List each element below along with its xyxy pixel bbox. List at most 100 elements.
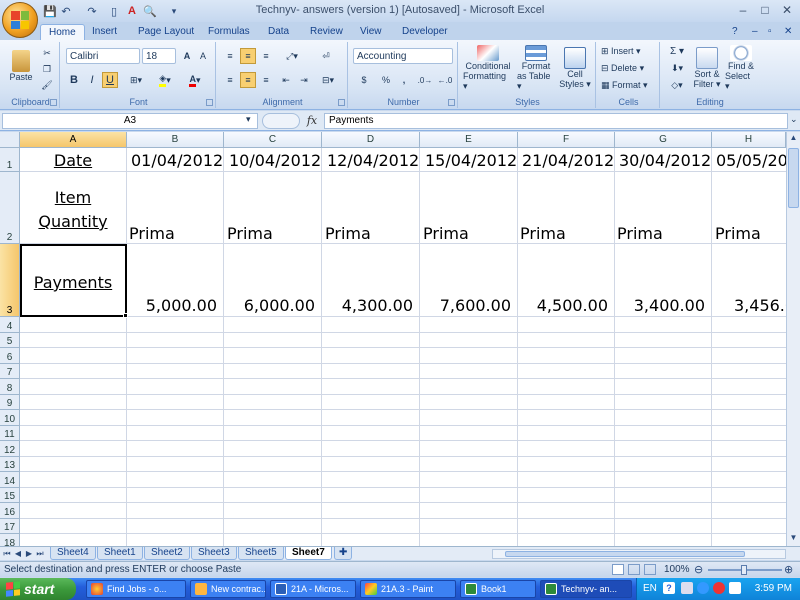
row-header-16[interactable]: 16 [0,503,20,519]
cell-c1[interactable]: 10/04/2012 [229,151,321,170]
clear-icon[interactable]: ◇▾ [664,78,690,93]
format-as-table-button[interactable]: Format as Table ▾ [516,44,556,92]
insert-cells-button[interactable]: ⊞ Insert ▾ [600,44,656,59]
row-header-18[interactable]: 18 [0,534,20,546]
wrap-text-icon[interactable]: ⏎ [316,48,336,64]
increase-decimal-icon[interactable]: .0→ [416,72,434,88]
cell-e1[interactable]: 15/04/2012 [425,151,517,170]
row-header-3[interactable]: 3 [0,244,20,317]
row-header-4[interactable]: 4 [0,317,20,333]
network-tray-icon[interactable] [681,582,693,594]
formula-input[interactable]: Payments [324,113,788,129]
align-right-icon[interactable]: ≡ [258,72,274,88]
maximize-button[interactable]: □ [754,2,776,19]
autosum-button[interactable]: Σ ▾ [664,44,690,59]
paste-button[interactable]: Paste [6,44,36,88]
align-left-icon[interactable]: ≡ [222,72,238,88]
office-button[interactable] [2,2,38,38]
sheet-tab-sheet3[interactable]: Sheet3 [191,547,237,560]
cell-b1[interactable]: 01/04/2012 [131,151,223,170]
ribbon-minimize-icon[interactable]: – [750,24,760,40]
taskbar-item-browser[interactable]: Find Jobs - o... [86,580,186,598]
cell-h1[interactable]: 05/05/20 [716,151,786,170]
cell-g1[interactable]: 30/04/2012 [619,151,711,170]
sort-filter-button[interactable]: Sort & Filter ▾ [690,44,724,92]
name-box[interactable]: A3 [2,113,258,129]
fill-color-icon[interactable]: ◈ ▾ [152,72,178,88]
cell-f2[interactable]: Prima [520,224,566,243]
decrease-decimal-icon[interactable]: ←.0 [436,72,454,88]
scroll-up-icon[interactable]: ▲ [788,133,799,145]
vertical-scrollbar[interactable]: ▲ ▼ [786,132,800,546]
row-header-13[interactable]: 13 [0,457,20,472]
font-color-icon[interactable]: A ▾ [182,72,208,88]
sheet-tab-sheet2[interactable]: Sheet2 [144,547,190,560]
normal-view-icon[interactable] [612,564,624,575]
help-tray-icon[interactable]: ? [663,582,675,594]
row-header-15[interactable]: 15 [0,488,20,503]
ribbon-close-icon[interactable]: ✕ [782,24,794,40]
insert-sheet-icon[interactable]: ✚ [334,547,353,560]
column-header-e[interactable]: E [420,132,518,148]
zoom-out-icon[interactable]: ⊖ [694,563,703,576]
cell-h2[interactable]: Prima [715,224,761,243]
first-sheet-icon[interactable]: ⏮ [2,548,12,559]
cell-a1[interactable]: Date [20,151,126,170]
fill-handle[interactable] [123,313,128,318]
zoom-slider-thumb[interactable] [741,565,747,575]
cut-icon[interactable]: ✂ [40,46,54,60]
tab-view[interactable]: View [352,24,390,40]
cell-g2[interactable]: Prima [617,224,663,243]
cell-c2[interactable]: Prima [227,224,273,243]
clipboard-launcher-icon[interactable] [50,99,57,106]
page-layout-view-icon[interactable] [628,564,640,575]
taskbar-item-technyv[interactable]: Technyv- an... [540,580,632,598]
ribbon-restore-icon[interactable]: ▫ [766,24,774,40]
cell-f1[interactable]: 21/04/2012 [522,151,614,170]
conditional-formatting-button[interactable]: Conditional Formatting ▾ [462,44,514,92]
close-button[interactable]: ✕ [776,2,798,19]
row-header-8[interactable]: 8 [0,379,20,395]
tab-developer[interactable]: Developer [394,24,456,40]
cell-b3[interactable]: 5,000.00 [127,296,217,315]
row-header-7[interactable]: 7 [0,364,20,379]
zoom-level[interactable]: 100% [664,564,690,575]
decrease-indent-icon[interactable]: ⇤ [278,72,294,88]
messenger-tray-icon[interactable] [697,582,709,594]
row-header-2[interactable]: 2 [0,172,20,244]
column-header-a[interactable]: A [20,132,127,148]
sheet-tab-sheet5[interactable]: Sheet5 [238,547,284,560]
tab-insert[interactable]: Insert [84,24,125,40]
alignment-launcher-icon[interactable] [338,99,345,106]
grow-font-icon[interactable]: A [180,48,194,64]
align-bottom-icon[interactable]: ≡ [258,48,274,64]
font-name-select[interactable]: Calibri [66,48,140,64]
cell-e2[interactable]: Prima [423,224,469,243]
row-header-5[interactable]: 5 [0,333,20,348]
sheet-tab-sheet7[interactable]: Sheet7 [285,547,332,560]
shrink-font-icon[interactable]: A [196,48,210,64]
select-all-corner[interactable] [0,132,20,148]
format-painter-icon[interactable]: 🖌 [40,78,54,92]
page-break-view-icon[interactable] [644,564,656,575]
underline-button[interactable]: U [102,72,118,88]
fill-icon[interactable]: ⬇▾ [664,61,690,76]
cell-f3[interactable]: 4,500.00 [518,296,608,315]
comma-button[interactable]: , [396,72,412,88]
cell-d2[interactable]: Prima [325,224,371,243]
formula-bar-expand-icon[interactable] [262,113,300,129]
sheet-tab-sheet4[interactable]: Sheet4 [50,547,96,560]
name-box-dropdown-icon[interactable]: ▾ [246,114,251,125]
column-header-g[interactable]: G [615,132,712,148]
row-header-12[interactable]: 12 [0,441,20,457]
expand-formula-bar-icon[interactable]: ⌄ [790,114,798,125]
help-icon[interactable]: ? [730,24,740,40]
row-header-11[interactable]: 11 [0,426,20,441]
row-header-14[interactable]: 14 [0,472,20,488]
insert-function-icon[interactable]: fx [303,113,321,129]
column-header-d[interactable]: D [322,132,420,148]
align-top-icon[interactable]: ≡ [222,48,238,64]
cell-a2-line1[interactable]: Item [20,188,126,207]
sheet-tab-sheet1[interactable]: Sheet1 [97,547,143,560]
increase-indent-icon[interactable]: ⇥ [296,72,312,88]
